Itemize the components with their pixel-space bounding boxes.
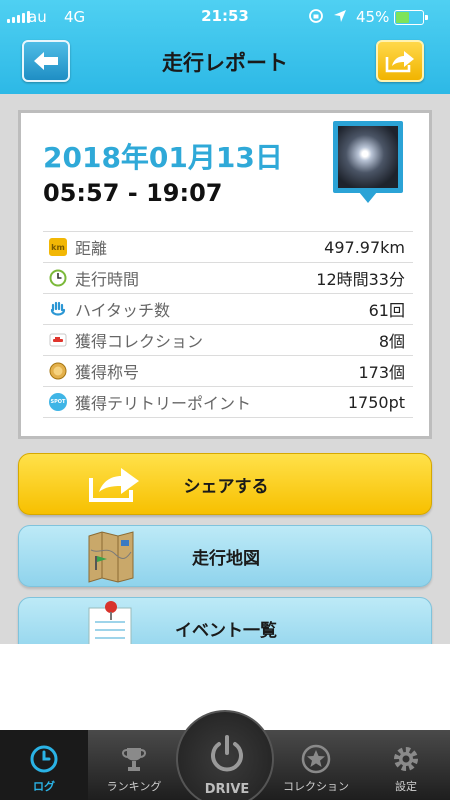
stat-label: 獲得称号 [75,363,140,382]
stat-label: 走行時間 [75,270,140,289]
car-card-icon [49,331,67,349]
tab-label: ランキング [106,780,162,793]
drive-photo[interactable] [333,121,403,203]
stat-label: 獲得コレクション [75,332,204,351]
stat-row-collection: 獲得コレクション 8個 [43,325,413,356]
report-card: 2018年01月13日 05:57 - 19:07 km 距離 497.97km… [18,110,432,439]
tab-log[interactable]: ログ [0,730,88,800]
share-button[interactable]: シェアする [18,453,432,515]
drive-button[interactable]: DRIVE [176,710,274,800]
stat-value: 173個 [358,363,405,382]
clock-icon [49,269,67,287]
km-icon: km [49,238,67,256]
drive-map-button[interactable]: 走行地図 [18,525,432,587]
report-date: 2018年01月13日 [43,141,283,174]
tab-label: 設定 [395,780,417,793]
status-bar: au 4G 21:53 45% [0,0,450,34]
star-circle-icon [301,744,331,774]
tab-collection[interactable]: コレクション [272,730,360,800]
drive-label: DRIVE [204,782,250,797]
battery-percent: 45% [356,8,390,26]
stat-row-drive-time: 走行時間 12時間33分 [43,263,413,294]
stat-row-territory-points: SPOT 獲得テリトリーポイント 1750pt [43,387,413,418]
trophy-icon [122,748,146,771]
stat-value: 8個 [378,332,405,351]
stat-label: 距離 [75,239,108,258]
event-list-button-label: イベント一覧 [175,620,277,641]
car-headlight-photo [338,126,398,188]
stats-list: km 距離 497.97km 走行時間 12時間33分 ハイタッチ数 61回 獲… [43,231,413,418]
stat-label: 獲得テリトリーポイント [75,394,252,413]
power-icon [211,735,243,772]
event-list-button[interactable]: イベント一覧 [18,597,432,644]
stat-value: 12時間33分 [316,270,405,289]
report-time-range: 05:57 - 19:07 [43,179,223,207]
stat-value: 497.97km [324,237,405,257]
tab-ranking[interactable]: ランキング [90,730,178,800]
share-button-label: シェアする [183,476,269,497]
stat-row-high-touch: ハイタッチ数 61回 [43,294,413,325]
share-header-button[interactable] [376,40,424,82]
report-content[interactable]: 2018年01月13日 05:57 - 19:07 km 距離 497.97km… [0,94,450,644]
gear-icon [394,747,418,771]
tab-label: コレクション [283,780,349,793]
rotation-lock-icon [308,8,324,28]
clock-icon [30,745,58,773]
stat-row-titles: 獲得称号 173個 [43,356,413,387]
tab-settings[interactable]: 設定 [362,730,450,800]
medal-icon [49,362,67,380]
stat-row-distance: km 距離 497.97km [43,232,413,263]
tab-label: ログ [33,780,55,793]
hand-icon [49,300,67,318]
location-arrow-icon [332,8,348,28]
share-arrow-icon [385,51,414,73]
stat-label: ハイタッチ数 [75,301,171,320]
drive-map-button-label: 走行地図 [192,548,260,569]
stat-value: 61回 [368,301,405,320]
battery-icon [394,10,428,25]
stat-value: 1750pt [347,392,405,412]
spot-icon: SPOT [49,393,67,411]
